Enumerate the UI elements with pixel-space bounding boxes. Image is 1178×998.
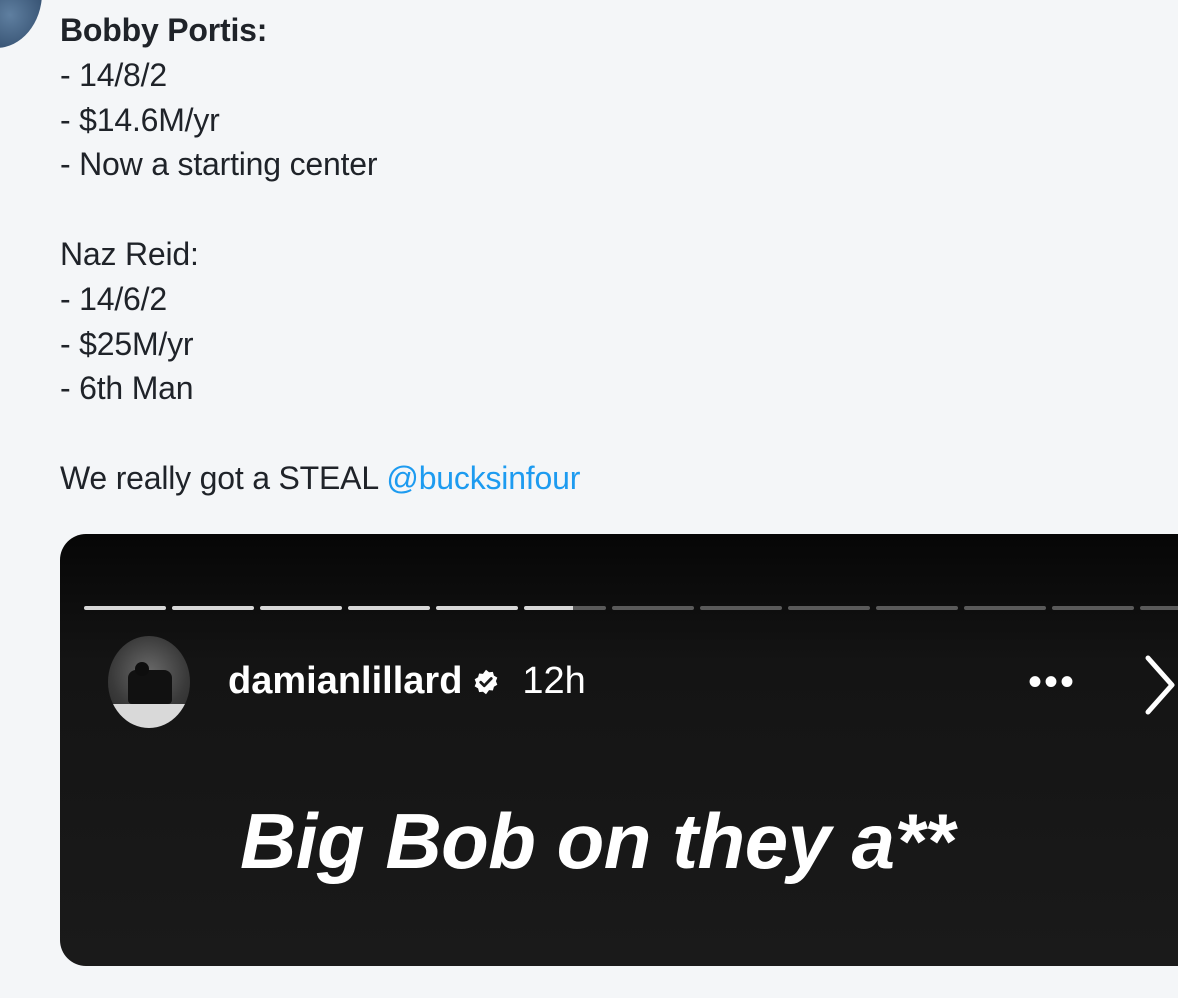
- story-progress-segment: [788, 606, 870, 610]
- tweet-line: - $25M/yr: [60, 325, 194, 362]
- tweet-body: Bobby Portis: - 14/8/2 - $14.6M/yr - Now…: [60, 8, 580, 501]
- story-progress-segment: [1140, 606, 1178, 610]
- mention-link[interactable]: @bucksinfour: [386, 460, 580, 496]
- story-progress-segment: [436, 606, 518, 610]
- tweet-line: - $14.6M/yr: [60, 101, 220, 138]
- story-progress-segment: [84, 606, 166, 610]
- story-username[interactable]: damianlillard: [228, 660, 462, 703]
- story-progress-segment: [612, 606, 694, 610]
- tweet-line: Naz Reid:: [60, 235, 199, 272]
- tweet-line: - 6th Man: [60, 370, 194, 407]
- tweet-closing-text: We really got a STEAL: [60, 459, 387, 496]
- page: Bobby Portis: - 14/8/2 - $14.6M/yr - Now…: [0, 0, 1178, 998]
- tweet-author-avatar[interactable]: [0, 0, 42, 48]
- tweet-line: - 14/8/2: [60, 56, 167, 93]
- verified-badge-icon: [475, 669, 498, 694]
- story-progress-segment: [260, 606, 342, 610]
- story-progress-bar: [84, 606, 1178, 610]
- story-progress-segment: [1052, 606, 1134, 610]
- tweet-line: Bobby Portis:: [60, 12, 268, 48]
- story-timestamp: 12h: [522, 660, 586, 702]
- tweet-closing-line: We really got a STEAL @bucksinfour: [60, 456, 580, 501]
- story-progress-segment: [172, 606, 254, 610]
- story-progress-segment: [964, 606, 1046, 610]
- instagram-story-embed[interactable]: damianlillard 12h ••• Big Bob on they a*…: [60, 534, 1178, 966]
- more-options-icon[interactable]: •••: [1028, 662, 1076, 702]
- story-progress-segment: [524, 606, 606, 610]
- story-progress-segment: [700, 606, 782, 610]
- chevron-right-icon[interactable]: [1140, 650, 1178, 720]
- tweet-line: - Now a starting center: [60, 146, 378, 183]
- avatar[interactable]: [108, 636, 190, 728]
- story-header: damianlillard 12h: [228, 660, 586, 703]
- story-progress-segment: [348, 606, 430, 610]
- story-caption: Big Bob on they a**: [240, 797, 955, 885]
- story-progress-segment: [876, 606, 958, 610]
- tweet-line: - 14/6/2: [60, 280, 167, 317]
